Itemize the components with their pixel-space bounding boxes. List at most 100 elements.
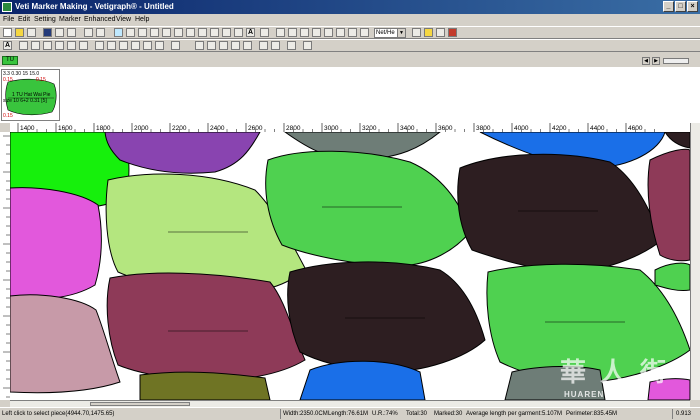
minimize-button[interactable]: _ — [663, 1, 674, 12]
scroll-right-icon[interactable]: ▶ — [652, 57, 660, 65]
flip-h-icon[interactable] — [67, 41, 76, 50]
marker-icon[interactable] — [150, 28, 159, 37]
spacing-icon[interactable] — [287, 41, 296, 50]
zoom-out-icon[interactable] — [324, 28, 333, 37]
nest-icon[interactable] — [210, 28, 219, 37]
ruler-label: 3400 — [400, 125, 415, 132]
pattern-icon[interactable] — [198, 28, 207, 37]
move-down-icon[interactable] — [55, 41, 64, 50]
ruler-label: 4600 — [628, 125, 643, 132]
cut-line-icon[interactable] — [303, 41, 312, 50]
piece-thumbnail[interactable]: 3.3 0.30 15 15.0 0.15 0.15 1 TU Hat Wai … — [1, 69, 60, 121]
align-right-icon[interactable] — [207, 41, 216, 50]
app-icon — [2, 2, 12, 12]
hand-icon[interactable] — [288, 28, 297, 37]
maximize-button[interactable]: □ — [675, 1, 686, 12]
scroll-left-icon[interactable]: ◀ — [642, 57, 650, 65]
measure-icon[interactable] — [260, 28, 269, 37]
open-icon[interactable] — [27, 28, 36, 37]
status-perimeter: Perimeter:835.45M — [566, 411, 618, 417]
menu-setting[interactable]: Setting — [34, 15, 56, 24]
new-file-icon[interactable] — [3, 28, 12, 37]
mode-combo[interactable]: Net/He ▼ — [374, 28, 406, 38]
status-avg-length: Average length per garment:5.107M — [466, 411, 562, 417]
piece-info-icon[interactable] — [412, 28, 421, 37]
mode-combo-value: Net/He — [376, 30, 395, 36]
menu-edit[interactable]: Edit — [18, 15, 30, 24]
status-hint: Left click to select piece(4944.70,1475.… — [2, 411, 115, 417]
center-icon[interactable] — [243, 41, 252, 50]
watermark-char-1: 華 — [560, 358, 587, 388]
menu-marker[interactable]: Marker — [59, 15, 81, 24]
label-tool-icon[interactable]: A — [3, 41, 12, 50]
refresh-icon[interactable] — [360, 28, 369, 37]
title-bar: Veti Marker Making - Vetigraph® - Untitl… — [0, 0, 700, 14]
view-width-icon[interactable] — [348, 28, 357, 37]
exit-icon[interactable] — [448, 28, 457, 37]
ruler-label: 4000 — [514, 125, 529, 132]
split-icon[interactable] — [259, 41, 268, 50]
flip-icon[interactable] — [222, 28, 231, 37]
layout-icon[interactable] — [162, 28, 171, 37]
ruler-label: 3200 — [362, 125, 377, 132]
ruler-label: 1600 — [58, 125, 73, 132]
overlap-icon[interactable] — [131, 41, 140, 50]
rotate-free-icon[interactable] — [119, 41, 128, 50]
horizontal-scroll-thumb[interactable] — [90, 402, 190, 406]
move-right-icon[interactable] — [31, 41, 40, 50]
zoom-in-icon[interactable] — [312, 28, 321, 37]
ruler-label: 2400 — [210, 125, 225, 132]
rotate-180-icon[interactable] — [107, 41, 116, 50]
move-up-icon[interactable] — [43, 41, 52, 50]
zoom-icon[interactable] — [300, 28, 309, 37]
thumbnail-scrollbar[interactable] — [663, 58, 689, 64]
help-icon[interactable] — [424, 28, 433, 37]
align-left-icon[interactable] — [195, 41, 204, 50]
view-all-icon[interactable] — [336, 28, 345, 37]
piece-brown-top-right — [664, 132, 690, 149]
ruler-label: 2200 — [172, 125, 187, 132]
align-bottom-icon[interactable] — [231, 41, 240, 50]
vertical-scrollbar[interactable] — [690, 123, 700, 400]
snap-icon[interactable] — [155, 41, 164, 50]
piece-maroon-center — [106, 272, 306, 381]
menu-enhanced[interactable]: Enhanced — [84, 15, 116, 24]
grid-icon[interactable] — [114, 28, 123, 37]
piece-olive-bottom — [139, 371, 271, 400]
print-icon[interactable] — [55, 28, 64, 37]
redo-icon[interactable] — [96, 28, 105, 37]
save-icon[interactable] — [43, 28, 52, 37]
menu-file[interactable]: File — [3, 15, 14, 24]
status-zoom: 0.913 — [676, 411, 692, 417]
ruler-label: 4400 — [590, 125, 605, 132]
rotate-90-icon[interactable] — [95, 41, 104, 50]
fit-icon[interactable] — [126, 28, 135, 37]
watermark-site: HUAREN — [564, 390, 605, 399]
printer-icon[interactable] — [67, 28, 76, 37]
zoom-box-icon[interactable] — [138, 28, 147, 37]
merge-icon[interactable] — [271, 41, 280, 50]
arrange-icon[interactable] — [174, 28, 183, 37]
open-folder-icon[interactable] — [15, 28, 24, 37]
undo-icon[interactable] — [84, 28, 93, 37]
flip-v-icon[interactable] — [79, 41, 88, 50]
piece-icon[interactable] — [186, 28, 195, 37]
bump-icon[interactable] — [143, 41, 152, 50]
move-left-icon[interactable] — [19, 41, 28, 50]
align-top-icon[interactable] — [219, 41, 228, 50]
about-icon[interactable] — [436, 28, 445, 37]
status-marked: Marked:30 — [434, 411, 463, 417]
thumbnail-bottom-value: 0.15 — [3, 113, 13, 119]
text-tool-icon[interactable]: A — [246, 28, 255, 37]
menu-help[interactable]: Help — [135, 15, 149, 24]
piece-brown-right — [457, 153, 663, 273]
layer-tab[interactable]: TU — [2, 56, 18, 65]
layer-bar: TU ◀ ▶ — [0, 55, 700, 67]
vertical-ruler-ticks — [3, 135, 10, 398]
ruler-tool-icon[interactable] — [276, 28, 285, 37]
rotate-icon[interactable] — [234, 28, 243, 37]
close-button[interactable]: × — [687, 1, 698, 12]
piece-green-center — [265, 150, 471, 267]
drop-icon[interactable] — [171, 41, 180, 50]
menu-view[interactable]: View — [116, 15, 131, 24]
